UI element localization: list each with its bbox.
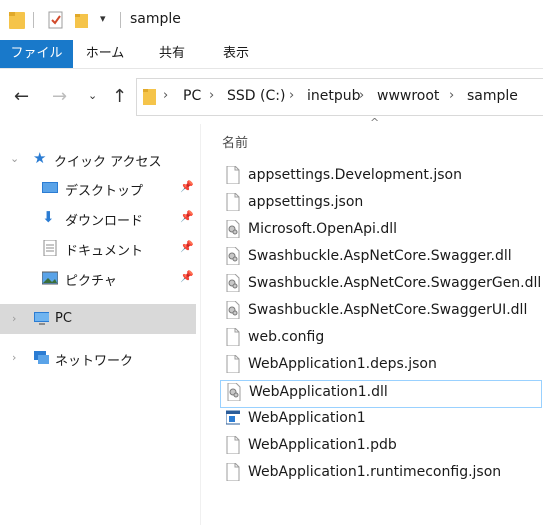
file-name: Swashbuckle.AspNetCore.SwaggerGen.dll: [248, 275, 542, 291]
address-bar[interactable]: › PC › SSD (C:) › inetpub › wwwroot › sa…: [136, 78, 543, 116]
blank-file-icon: [226, 328, 240, 346]
nav-item-label: ドキュメント: [65, 244, 144, 259]
file-name: appsettings.Development.json: [248, 167, 462, 183]
computer-icon: [34, 312, 49, 325]
sort-ascending-icon: ^: [370, 116, 380, 129]
file-name: WebApplication1.dll: [249, 384, 388, 400]
pin-icon[interactable]: 📌: [180, 210, 194, 223]
new-folder-icon[interactable]: [74, 10, 90, 30]
nav-item-label: ネットワーク: [55, 354, 134, 369]
file-name: WebApplication1.deps.json: [248, 356, 437, 372]
breadcrumb-wwwroot[interactable]: wwwroot: [377, 88, 439, 104]
divider: [33, 12, 34, 28]
file-row[interactable]: Microsoft.OpenApi.dll: [220, 218, 540, 244]
blank-file-icon: [226, 166, 240, 184]
network-icon: [34, 351, 49, 364]
file-row[interactable]: WebApplication1.deps.json: [220, 353, 540, 379]
download-arrow-icon: ⬇: [42, 208, 55, 226]
dll-file-icon: [226, 220, 240, 238]
document-icon: [43, 240, 57, 256]
blank-file-icon: [226, 355, 240, 373]
nav-item-desktop[interactable]: デスクトップ 📌: [0, 173, 196, 203]
exe-file-icon: [226, 410, 240, 425]
chevron-right-icon[interactable]: ›: [209, 88, 214, 103]
nav-item-label: PC: [55, 311, 72, 326]
chevron-right-icon[interactable]: ›: [449, 88, 454, 103]
file-name: Swashbuckle.AspNetCore.SwaggerUI.dll: [248, 302, 528, 318]
tab-file[interactable]: ファイル: [0, 40, 73, 68]
nav-item-downloads[interactable]: ⬇ ダウンロード 📌: [0, 203, 196, 233]
dll-file-icon: [226, 247, 240, 265]
file-row[interactable]: Swashbuckle.AspNetCore.Swagger.dll: [220, 245, 540, 271]
blank-file-icon: [226, 436, 240, 454]
tab-view[interactable]: 表示: [212, 40, 260, 68]
chevron-down-icon[interactable]: ⌄: [10, 152, 19, 165]
file-name: WebApplication1.runtimeconfig.json: [248, 464, 502, 480]
nav-item-label: ダウンロード: [65, 214, 144, 229]
pictures-icon: [42, 271, 58, 285]
back-arrow-icon[interactable]: ←: [14, 86, 29, 107]
file-name: web.config: [248, 329, 325, 345]
file-row[interactable]: Swashbuckle.AspNetCore.SwaggerGen.dll: [220, 272, 542, 298]
breadcrumb-inetpub[interactable]: inetpub: [307, 88, 361, 104]
file-name: WebApplication1: [248, 410, 366, 426]
properties-icon[interactable]: [48, 10, 64, 30]
chevron-right-icon[interactable]: ›: [12, 351, 16, 364]
breadcrumb-drive[interactable]: SSD (C:): [227, 88, 285, 104]
dll-file-icon: [226, 301, 240, 319]
up-arrow-icon[interactable]: ↑: [112, 86, 127, 107]
chevron-right-icon[interactable]: ›: [12, 312, 16, 325]
tab-share[interactable]: 共有: [150, 40, 194, 68]
recent-locations-chevron-down-icon[interactable]: ⌄: [88, 89, 97, 102]
file-row[interactable]: appsettings.Development.json: [220, 164, 540, 190]
folder-icon: [9, 12, 25, 29]
file-name: WebApplication1.pdb: [248, 437, 397, 453]
file-name: Swashbuckle.AspNetCore.Swagger.dll: [248, 248, 512, 264]
chevron-right-icon[interactable]: ›: [289, 88, 294, 103]
nav-quick-access[interactable]: ⌄ ★ クイック アクセス: [0, 144, 196, 174]
pin-icon[interactable]: 📌: [180, 180, 194, 193]
nav-item-label: ピクチャ: [65, 274, 117, 289]
window-title: sample: [130, 11, 181, 27]
divider: [120, 12, 121, 28]
forward-arrow-icon[interactable]: →: [52, 86, 67, 107]
blank-file-icon: [226, 193, 240, 211]
file-row[interactable]: web.config: [220, 326, 540, 352]
pin-icon[interactable]: 📌: [180, 240, 194, 253]
chevron-right-icon[interactable]: ›: [163, 88, 168, 103]
file-row[interactable]: WebApplication1.dll: [220, 380, 542, 408]
desktop-icon: [42, 182, 58, 193]
nav-item-documents[interactable]: ドキュメント 📌: [0, 233, 196, 263]
pin-icon[interactable]: 📌: [180, 270, 194, 283]
breadcrumb-pc[interactable]: PC: [183, 88, 201, 104]
nav-item-pictures[interactable]: ピクチャ 📌: [0, 263, 196, 293]
tab-home[interactable]: ホーム: [80, 40, 130, 68]
chevron-right-icon[interactable]: ›: [359, 88, 364, 103]
dll-file-icon: [227, 383, 241, 401]
file-name: Microsoft.OpenApi.dll: [248, 221, 398, 237]
blank-file-icon: [226, 463, 240, 481]
customize-quick-access-dropdown-icon[interactable]: ▾: [100, 12, 106, 25]
star-icon: ★: [33, 149, 47, 167]
title-bar: ▾ sample: [0, 0, 543, 40]
nav-item-pc[interactable]: › PC: [0, 304, 196, 334]
nav-item-label: デスクトップ: [65, 184, 144, 199]
dll-file-icon: [226, 274, 240, 292]
nav-item-label: クイック アクセス: [54, 155, 162, 170]
file-row[interactable]: Swashbuckle.AspNetCore.SwaggerUI.dll: [220, 299, 540, 325]
ribbon-tabs: ファイル ホーム 共有 表示: [0, 40, 543, 69]
file-row[interactable]: WebApplication1.runtimeconfig.json: [220, 461, 540, 487]
breadcrumb-sample[interactable]: sample: [467, 88, 518, 104]
file-name: appsettings.json: [248, 194, 364, 210]
file-row[interactable]: appsettings.json: [220, 191, 540, 217]
column-header-name[interactable]: 名前: [222, 132, 248, 151]
file-row[interactable]: WebApplication1: [220, 407, 540, 433]
folder-icon: [143, 89, 156, 105]
nav-item-network[interactable]: › ネットワーク: [0, 343, 196, 373]
file-row[interactable]: WebApplication1.pdb: [220, 434, 540, 460]
